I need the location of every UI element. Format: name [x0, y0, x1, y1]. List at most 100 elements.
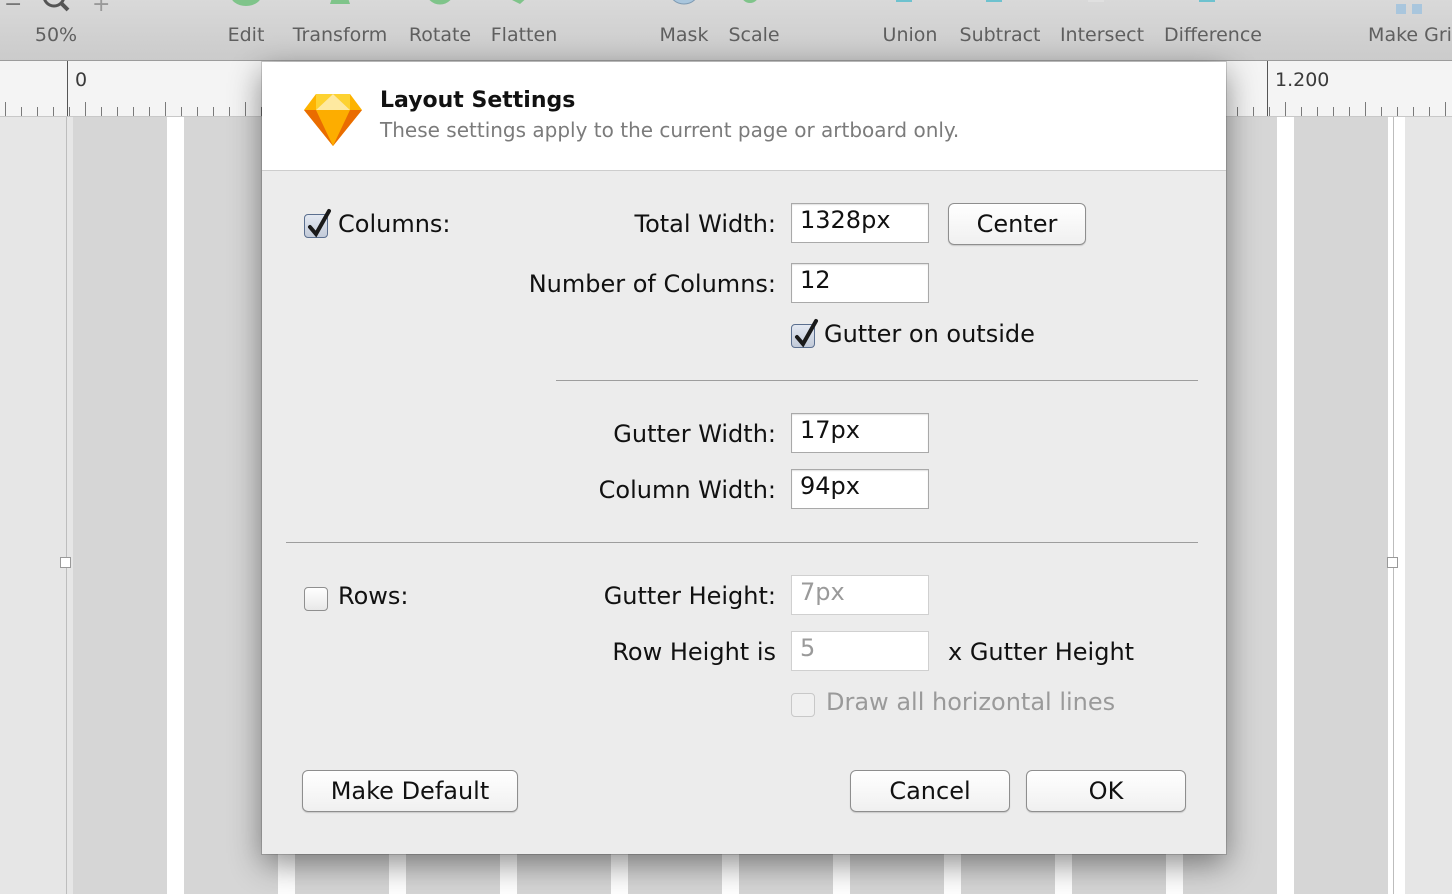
grid-column — [1294, 117, 1388, 894]
scale-label: Scale — [728, 24, 780, 46]
total-width-input[interactable]: 1328px — [791, 203, 929, 243]
gutter-height-label: Gutter Height: — [603, 582, 776, 610]
flatten-icon — [512, 0, 525, 4]
zoom-level: 50% — [34, 24, 78, 46]
ruler-tick — [197, 107, 198, 116]
dialog-header: Layout Settings These settings apply to … — [262, 62, 1226, 171]
rows-checkbox[interactable] — [304, 587, 328, 611]
ruler-tick — [1429, 107, 1430, 116]
ruler-tick — [149, 107, 150, 116]
ruler-tick — [69, 107, 70, 116]
ruler-tick — [165, 102, 166, 116]
rotate-label: Rotate — [408, 24, 472, 46]
ruler-tick — [1365, 102, 1366, 116]
ruler-tick — [245, 102, 246, 116]
ruler-tick — [1349, 107, 1350, 116]
artboard-left-edge — [66, 117, 67, 894]
columns-checkbox[interactable] — [304, 209, 331, 238]
subtract-icon — [986, 0, 1002, 2]
gutter-width-input[interactable]: 17px — [791, 413, 929, 453]
ruler-tick — [1317, 107, 1318, 116]
cancel-button[interactable]: Cancel — [850, 770, 1010, 812]
grid-gutter — [1277, 117, 1294, 894]
ruler-tick — [1253, 107, 1254, 116]
total-width-label: Total Width: — [634, 210, 777, 238]
ruler-tick — [229, 107, 230, 116]
center-button[interactable]: Center — [948, 203, 1086, 245]
grid-gutter — [167, 117, 184, 894]
ruler-tick — [1333, 107, 1334, 116]
ruler-tick — [181, 107, 182, 116]
draw-horizontal-lines-label: Draw all horizontal lines — [826, 688, 1116, 716]
make-grid-label: Make Gri — [1368, 24, 1452, 46]
artboard-resize-handle-right[interactable] — [1387, 557, 1398, 568]
mask-icon — [672, 0, 696, 5]
gutter-height-input[interactable]: 7px — [791, 575, 929, 615]
ruler-end-line — [1267, 61, 1268, 116]
flatten-label: Flatten — [490, 24, 558, 46]
separator — [286, 542, 1198, 543]
artboard-resize-handle-left[interactable] — [60, 557, 71, 568]
ruler-tick — [5, 102, 6, 116]
difference-icon — [1199, 0, 1215, 2]
row-height-suffix: x Gutter Height — [948, 638, 1135, 666]
subtract-label: Subtract — [959, 24, 1041, 46]
ruler-tick — [117, 107, 118, 116]
sketch-diamond-icon — [304, 94, 362, 146]
ruler-tick — [85, 102, 86, 116]
checkmark-icon — [308, 209, 331, 238]
row-height-label: Row Height is — [612, 638, 776, 666]
intersect-icon — [1088, 0, 1104, 2]
edit-icon — [232, 0, 260, 6]
gutter-on-outside-label: Gutter on outside — [824, 320, 1035, 348]
dialog-title: Layout Settings — [380, 88, 576, 113]
make-default-button[interactable]: Make Default — [302, 770, 518, 812]
ruler-tick — [101, 107, 102, 116]
ruler-tick — [1269, 107, 1270, 116]
ruler-tick — [213, 107, 214, 116]
ruler-end-label: 1.200 — [1275, 69, 1330, 91]
ruler-tick — [1381, 107, 1382, 116]
grid-gutter — [1388, 117, 1405, 894]
union-label: Union — [882, 24, 938, 46]
scale-icon — [743, 0, 757, 3]
edit-label: Edit — [227, 24, 265, 46]
ruler-tick — [1397, 107, 1398, 116]
ruler-origin-line — [67, 61, 68, 116]
gutter-width-label: Gutter Width: — [613, 420, 776, 448]
ruler-tick — [53, 107, 54, 116]
rows-label: Rows: — [338, 582, 409, 610]
number-of-columns-input[interactable]: 12 — [791, 263, 929, 303]
ruler-tick — [1285, 102, 1286, 116]
ruler-tick — [21, 107, 22, 116]
dialog-subtitle: These settings apply to the current page… — [380, 118, 960, 142]
difference-label: Difference — [1164, 24, 1262, 46]
layout-settings-dialog: Layout Settings These settings apply to … — [262, 62, 1226, 854]
ruler-tick — [133, 107, 134, 116]
column-width-input[interactable]: 94px — [791, 469, 929, 509]
ok-button[interactable]: OK — [1026, 770, 1186, 812]
ruler-tick — [1301, 107, 1302, 116]
ruler-tick — [1413, 107, 1414, 116]
ruler-start-label: 0 — [75, 69, 88, 91]
gutter-on-outside-checkbox[interactable] — [791, 319, 818, 348]
ruler-tick — [1445, 102, 1446, 116]
draw-horizontal-lines-checkbox[interactable] — [791, 693, 815, 717]
artboard-right-edge — [1393, 117, 1394, 894]
zoom-in-icon[interactable]: + — [92, 0, 110, 17]
row-height-input[interactable]: 5 — [791, 631, 929, 671]
grid-column — [73, 117, 167, 894]
intersect-label: Intersect — [1059, 24, 1145, 46]
ruler-tick — [37, 107, 38, 116]
union-icon — [896, 0, 912, 2]
column-width-label: Column Width: — [598, 476, 776, 504]
number-of-columns-label: Number of Columns: — [528, 270, 776, 298]
ruler-tick — [1237, 107, 1238, 116]
checkmark-icon — [795, 319, 818, 348]
mask-label: Mask — [659, 24, 709, 46]
columns-label: Columns: — [338, 210, 451, 238]
zoom-out-icon[interactable]: − — [4, 0, 22, 17]
toolbar: 50% − + Edit Transform Rotate Flatten Ma… — [0, 0, 1452, 61]
transform-label: Transform — [292, 24, 388, 46]
rotate-icon — [429, 0, 451, 5]
